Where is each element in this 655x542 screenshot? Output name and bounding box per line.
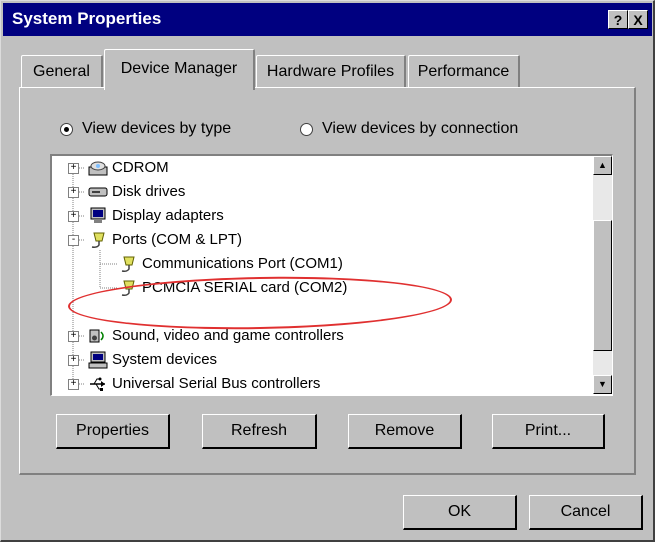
tab-hardware-profiles[interactable]: Hardware Profiles — [256, 55, 406, 87]
title-bar[interactable]: System Properties ? X — [3, 3, 652, 36]
sound-icon — [89, 329, 104, 343]
expand-cdrom-button[interactable]: + — [68, 163, 79, 174]
scroll-thumb[interactable] — [593, 220, 612, 351]
properties-button[interactable]: Properties — [56, 414, 170, 449]
tree-item-display-adapters[interactable]: Display adapters — [112, 204, 224, 228]
usb-icon — [90, 377, 105, 391]
port-connector-icon — [121, 256, 135, 272]
tab-device-manager[interactable]: Device Manager — [104, 49, 255, 90]
scroll-down-button[interactable]: ▼ — [593, 375, 612, 394]
window-title: System Properties — [12, 9, 162, 28]
help-button[interactable]: ? — [608, 10, 628, 29]
remove-button[interactable]: Remove — [348, 414, 462, 449]
expand-usb-button[interactable]: + — [68, 379, 79, 390]
port-connector-icon — [91, 232, 105, 248]
tree-item-ports[interactable]: Ports (COM & LPT) — [112, 228, 242, 252]
system-properties-window: System Properties ? X General Device Man… — [0, 0, 655, 542]
collapse-ports-button[interactable]: - — [68, 235, 79, 246]
radio-unselected-indicator — [300, 123, 313, 136]
radio-selected-indicator — [60, 123, 73, 136]
expand-display-adapters-button[interactable]: + — [68, 211, 79, 222]
tree-item-usb[interactable]: Universal Serial Bus controllers — [112, 372, 320, 395]
tree-item-cdrom[interactable]: CDROM — [112, 156, 169, 180]
tree-item-disk-drives[interactable]: Disk drives — [112, 180, 185, 204]
print-button[interactable]: Print... — [492, 414, 605, 449]
expand-system-devices-button[interactable]: + — [68, 355, 79, 366]
cdrom-icon — [88, 161, 108, 176]
close-button[interactable]: X — [628, 10, 648, 29]
ok-button[interactable]: OK — [403, 495, 517, 530]
tree-item-com1[interactable]: Communications Port (COM1) — [142, 252, 343, 276]
scroll-up-button[interactable]: ▲ — [593, 156, 612, 175]
vertical-scrollbar[interactable]: ▲ ▼ — [593, 156, 612, 394]
disk-drive-icon — [88, 187, 108, 197]
view-by-connection-label: View devices by connection — [322, 120, 519, 137]
monitor-icon — [90, 207, 106, 223]
device-tree[interactable]: + CDROM + Disk drives + Display adapters… — [50, 154, 613, 396]
tab-performance[interactable]: Performance — [408, 55, 520, 87]
tab-general[interactable]: General — [21, 55, 103, 87]
cancel-button[interactable]: Cancel — [529, 495, 643, 530]
view-by-type-label: View devices by type — [82, 120, 232, 137]
expand-disk-drives-button[interactable]: + — [68, 187, 79, 198]
computer-icon — [88, 351, 108, 369]
expand-sound-button[interactable]: + — [68, 331, 79, 342]
refresh-button[interactable]: Refresh — [202, 414, 317, 449]
tree-item-system-devices[interactable]: System devices — [112, 348, 217, 372]
